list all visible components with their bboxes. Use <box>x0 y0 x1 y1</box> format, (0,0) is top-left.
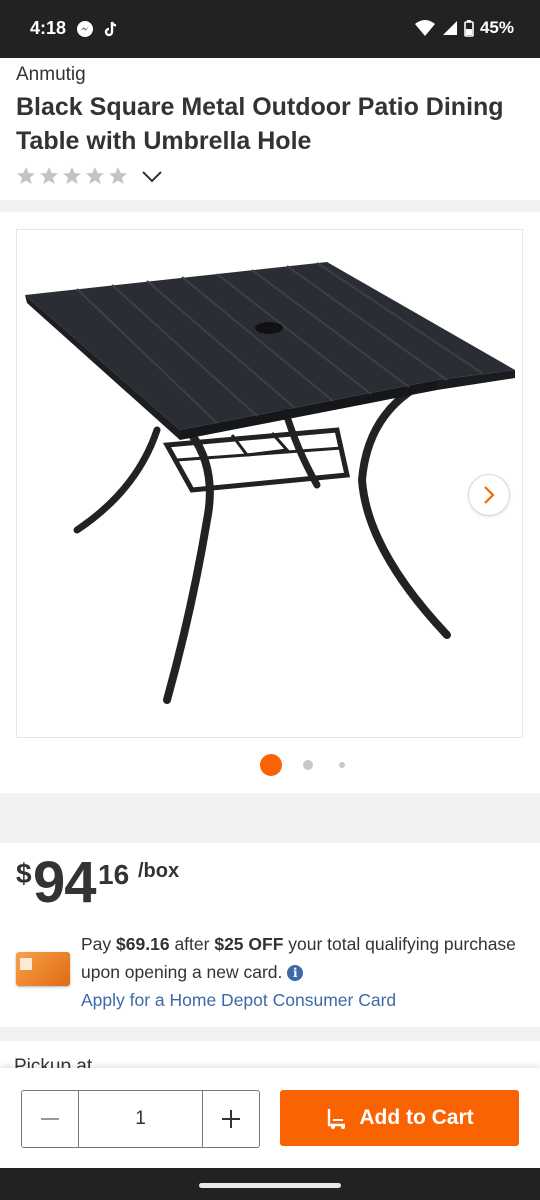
carousel-dot[interactable] <box>303 760 313 770</box>
section-divider <box>0 200 540 212</box>
star-icon <box>40 167 58 184</box>
battery-percent: 45% <box>479 18 514 37</box>
star-icon <box>17 167 35 184</box>
rating-stars[interactable] <box>16 166 128 186</box>
decrease-quantity-button[interactable] <box>22 1091 78 1147</box>
star-icon <box>86 167 104 184</box>
minus-icon <box>41 1118 59 1120</box>
info-icon[interactable]: i <box>287 965 304 981</box>
status-time: 4:18 <box>30 18 67 38</box>
home-depot-logo <box>20 958 32 970</box>
system-nav-bar <box>0 1168 540 1200</box>
carousel-dot[interactable] <box>339 762 345 768</box>
wifi-icon <box>414 20 435 36</box>
product-image <box>25 262 515 704</box>
price-dollars: 94 <box>33 850 97 915</box>
apply-card-link[interactable]: Apply for a Home Depot Consumer Card <box>81 990 396 1010</box>
battery-icon <box>464 19 474 37</box>
product-title: Black Square Metal Outdoor Patio Dining … <box>16 93 504 155</box>
offer-pay: Pay <box>81 934 112 954</box>
add-to-cart-button[interactable]: Add to Cart <box>280 1090 519 1146</box>
notification-icons <box>76 20 120 38</box>
carousel-dot-active[interactable] <box>260 754 282 776</box>
status-right: 45% <box>414 18 514 38</box>
offer-discount: $25 OFF <box>214 934 284 954</box>
cart-icon <box>328 1109 346 1129</box>
add-to-cart-bar: 1 Add to Cart <box>0 1068 540 1168</box>
card-offer: Pay $69.16 after $25 OFF your total qual… <box>81 930 521 1014</box>
messenger-icon <box>77 21 93 37</box>
price-cents: 16 <box>98 859 130 890</box>
star-icon <box>63 167 81 184</box>
product-brand[interactable]: Anmutig <box>16 64 86 86</box>
product-image-carousel[interactable] <box>16 229 523 738</box>
next-image-button[interactable] <box>468 474 510 516</box>
tiktok-icon <box>104 21 117 37</box>
quantity-stepper: 1 <box>21 1090 260 1148</box>
section-divider <box>0 793 540 843</box>
chevron-right-icon <box>484 486 495 504</box>
status-bar: 4:18 45% <box>0 0 540 58</box>
section-divider <box>0 1027 540 1041</box>
chevron-down-icon[interactable] <box>140 166 164 188</box>
signal-icon <box>442 21 457 35</box>
credit-card-image <box>16 952 70 986</box>
price-unit: /box <box>138 860 180 882</box>
add-to-cart-label: Add to Cart <box>359 1106 474 1129</box>
carousel-dots <box>0 753 540 777</box>
star-icon <box>109 167 127 184</box>
home-gesture-handle[interactable] <box>199 1183 341 1188</box>
price-currency: $ <box>16 858 32 889</box>
plus-icon <box>222 1110 240 1128</box>
increase-quantity-button[interactable] <box>203 1091 259 1147</box>
offer-after: after <box>174 934 210 954</box>
quantity-input[interactable]: 1 <box>78 1091 203 1147</box>
offer-pay-amount: $69.16 <box>116 934 170 954</box>
